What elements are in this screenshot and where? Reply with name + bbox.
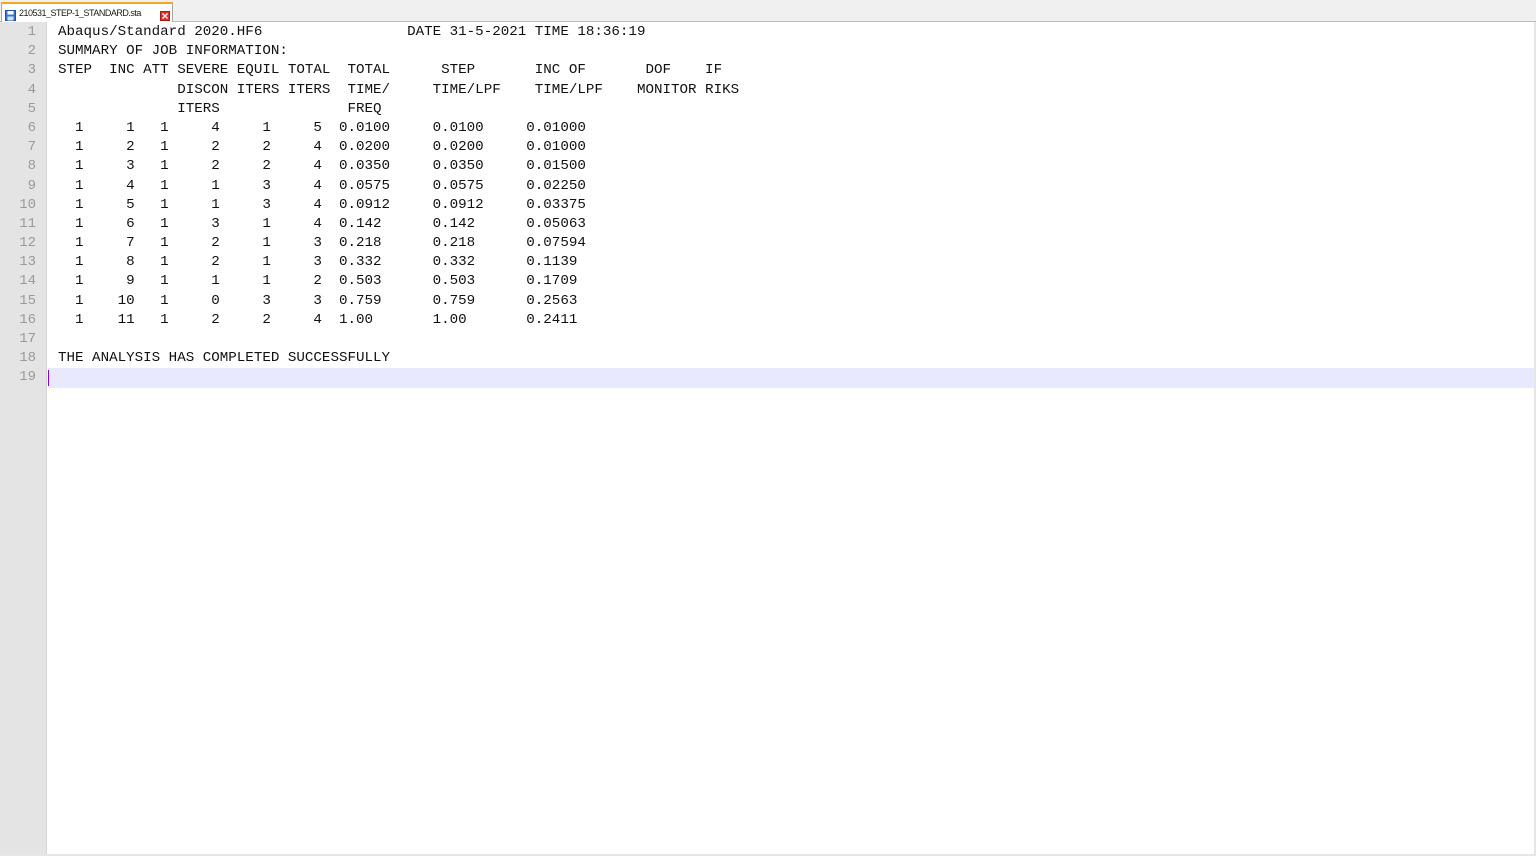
line-number: 4 <box>27 81 36 98</box>
code-line-text: 1 4 1 1 3 4 0.0575 0.0575 0.02250 <box>58 177 586 194</box>
line-number: 6 <box>27 119 36 136</box>
code-line-text: THE ANALYSIS HAS COMPLETED SUCCESSFULLY <box>58 350 391 367</box>
code-line[interactable]: 1 1 1 4 1 5 0.0100 0.0100 0.01000 <box>48 119 1534 138</box>
code-line-text: 1 3 1 2 2 4 0.0350 0.0350 0.01500 <box>58 158 586 175</box>
line-number: 1 <box>27 24 36 40</box>
code-line[interactable]: 1 8 1 2 1 3 0.332 0.332 0.1139 <box>48 253 1534 272</box>
line-number: 14 <box>19 273 36 290</box>
code-line-text: 1 6 1 3 1 4 0.142 0.142 0.05063 <box>58 215 586 232</box>
code-line[interactable]: DISCON ITERS ITERS TIME/ TIME/LPF TIME/L… <box>48 81 1534 100</box>
tab-filename: 210531_STEP-1_STANDARD.sta <box>19 8 141 18</box>
code-line-text: Abaqus/Standard 2020.HF6 DATE 31-5-2021 … <box>58 24 646 40</box>
text-caret <box>48 370 49 387</box>
line-number: 16 <box>19 311 36 328</box>
code-line[interactable]: Abaqus/Standard 2020.HF6 DATE 31-5-2021 … <box>48 23 1534 42</box>
close-icon[interactable] <box>160 8 170 21</box>
tab-bar: 210531_STEP-1_STANDARD.sta <box>0 0 1536 22</box>
line-number: 8 <box>27 158 36 175</box>
code-line[interactable] <box>48 330 1534 349</box>
code-line-text: DISCON ITERS ITERS TIME/ TIME/LPF TIME/L… <box>58 81 740 98</box>
code-line[interactable]: 1 10 1 0 3 3 0.759 0.759 0.2563 <box>48 292 1534 311</box>
line-number: 12 <box>19 235 36 252</box>
current-line[interactable] <box>48 368 1534 388</box>
code-line-text: 1 9 1 1 1 2 0.503 0.503 0.1709 <box>58 273 578 290</box>
save-icon <box>5 8 16 21</box>
code-line[interactable]: 1 3 1 2 2 4 0.0350 0.0350 0.01500 <box>48 157 1534 176</box>
code-line-text: 1 7 1 2 1 3 0.218 0.218 0.07594 <box>58 235 586 252</box>
code-line-text: 1 1 1 4 1 5 0.0100 0.0100 0.01000 <box>58 119 586 136</box>
code-line-text: SUMMARY OF JOB INFORMATION: <box>58 43 288 60</box>
code-line[interactable]: STEP INC ATT SEVERE EQUIL TOTAL TOTAL ST… <box>48 61 1534 80</box>
code-line-text: ITERS FREQ <box>58 100 382 117</box>
line-number: 7 <box>27 139 36 156</box>
line-number: 19 <box>19 369 36 386</box>
editor-window: 210531_STEP-1_STANDARD.sta 1 2 3 4 5 6 7 8 9 10 11… <box>0 0 1536 856</box>
line-numbers: 1 2 3 4 5 6 7 8 9 10 11 12 13 14 15 16 17 18 19 <box>0 22 36 388</box>
code-line-text: STEP INC ATT SEVERE EQUIL TOTAL TOTAL ST… <box>58 62 723 79</box>
code-line[interactable]: 1 2 1 2 2 4 0.0200 0.0200 0.01000 <box>48 138 1534 157</box>
line-number: 17 <box>19 331 36 347</box>
code-line[interactable]: 1 9 1 1 1 2 0.503 0.503 0.1709 <box>48 272 1534 291</box>
code-line[interactable]: 1 7 1 2 1 3 0.218 0.218 0.07594 <box>48 234 1534 253</box>
line-number: 15 <box>19 292 36 309</box>
code-line[interactable]: 1 6 1 3 1 4 0.142 0.142 0.05063 <box>48 215 1534 234</box>
code-line[interactable]: ITERS FREQ <box>48 100 1534 119</box>
code-line[interactable]: 1 4 1 1 3 4 0.0575 0.0575 0.02250 <box>48 177 1534 196</box>
line-number-gutter: 1 2 3 4 5 6 7 8 9 10 11 12 13 14 15 16 17 18 19 <box>0 22 47 856</box>
code-line[interactable]: SUMMARY OF JOB INFORMATION: <box>48 42 1534 61</box>
code-line-text: 1 2 1 2 2 4 0.0200 0.0200 0.01000 <box>58 139 586 156</box>
line-number: 5 <box>27 100 36 117</box>
code-line[interactable]: 1 5 1 1 3 4 0.0912 0.0912 0.03375 <box>48 196 1534 215</box>
code-line-text: 1 11 1 2 2 4 1.00 1.00 0.2411 <box>58 311 578 328</box>
text-editor[interactable]: 1 2 3 4 5 6 7 8 9 10 11 12 13 14 15 16 17 18 19 Abaqus/Sta… <box>0 22 1536 856</box>
line-number: 2 <box>27 43 36 60</box>
line-number: 11 <box>19 215 36 232</box>
line-number: 9 <box>27 177 36 194</box>
line-number: 13 <box>19 254 36 271</box>
line-number: 10 <box>19 196 36 213</box>
code-line[interactable]: 1 11 1 2 2 4 1.00 1.00 0.2411 <box>48 311 1534 330</box>
tab-document[interactable]: 210531_STEP-1_STANDARD.sta <box>1 2 173 22</box>
line-number: 18 <box>19 350 36 367</box>
text-area[interactable]: Abaqus/Standard 2020.HF6 DATE 31-5-2021 … <box>48 22 1534 856</box>
line-number: 3 <box>27 62 36 79</box>
code-line[interactable]: THE ANALYSIS HAS COMPLETED SUCCESSFULLY <box>48 349 1534 368</box>
code-line-text: 1 8 1 2 1 3 0.332 0.332 0.1139 <box>58 254 578 271</box>
code-line-text: 1 5 1 1 3 4 0.0912 0.0912 0.03375 <box>58 196 586 213</box>
code-line-text: 1 10 1 0 3 3 0.759 0.759 0.2563 <box>58 292 578 309</box>
